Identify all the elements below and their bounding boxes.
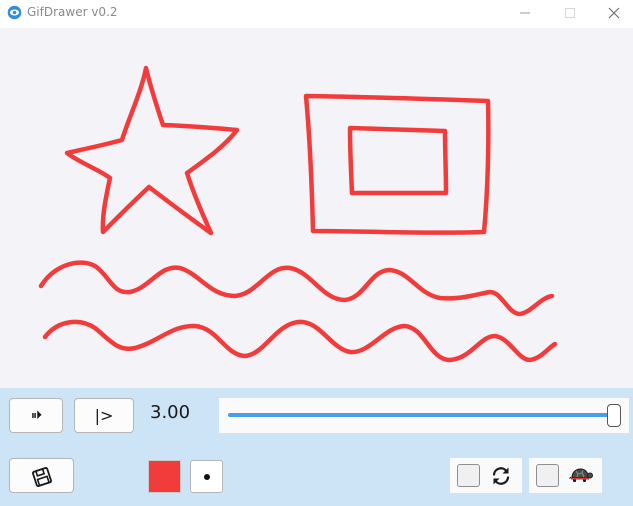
drawing-surface[interactable] [0, 28, 633, 388]
slow-checkbox[interactable] [536, 464, 559, 487]
step-button[interactable]: |> [74, 398, 134, 433]
eye-icon [7, 5, 22, 20]
window-title: GifDrawer v0.2 [27, 5, 118, 19]
dot-icon [204, 474, 210, 480]
maximize-button[interactable] [548, 0, 592, 26]
minimize-button[interactable] [503, 0, 547, 26]
slider-track[interactable] [228, 413, 614, 417]
minimize-icon [520, 12, 530, 14]
inner-rectangle-stroke [347, 125, 449, 196]
control-panel: ⏸⏵ |> 3.00 [0, 388, 633, 506]
floppy-disk-icon [32, 467, 52, 487]
play-pause-button[interactable]: ⏸⏵ [9, 398, 63, 433]
drawing-canvas[interactable] [0, 28, 633, 388]
loop-checkbox[interactable] [457, 464, 480, 487]
color-swatch[interactable] [148, 460, 181, 493]
top-wave-stroke [38, 260, 555, 317]
outer-rectangle-stroke [303, 93, 491, 235]
speed-slider[interactable] [219, 398, 629, 433]
bottom-wave-stroke [42, 319, 558, 363]
loop-option [450, 458, 522, 493]
speed-value: 3.00 [150, 402, 191, 423]
turtle-icon [569, 468, 593, 482]
close-icon [608, 7, 620, 19]
brush-size-button[interactable] [190, 460, 223, 493]
title-bar: GifDrawer v0.2 [0, 0, 633, 26]
slider-thumb[interactable] [607, 404, 621, 427]
maximize-icon [565, 8, 575, 18]
close-button[interactable] [592, 0, 633, 26]
save-button[interactable] [9, 458, 74, 493]
refresh-icon [492, 467, 510, 485]
app-window: GifDrawer v0.2 ⏸⏵ |> 3.00 [0, 0, 633, 506]
slow-option [529, 458, 602, 493]
star-stroke [64, 65, 240, 236]
